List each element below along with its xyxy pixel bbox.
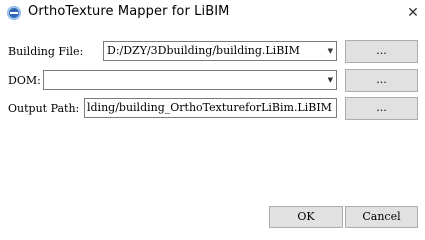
dom-combobox[interactable]: ▼ xyxy=(43,70,337,90)
dialog-window: OrthoTexture Mapper for LiBIM ✕ Building… xyxy=(0,0,425,239)
building-file-browse-button[interactable]: ... xyxy=(345,40,418,63)
title-bar: OrthoTexture Mapper for LiBIM ✕ xyxy=(0,0,425,28)
output-path-label: Output Path: xyxy=(8,102,80,115)
building-file-value: D:/DZY/3Dbuilding/building.LiBIM xyxy=(107,44,300,57)
chevron-down-icon[interactable]: ▼ xyxy=(328,71,333,89)
close-icon[interactable]: ✕ xyxy=(405,5,421,21)
dom-browse-button[interactable]: ... xyxy=(345,69,418,92)
building-file-combobox[interactable]: D:/DZY/3Dbuilding/building.LiBIM ▼ xyxy=(103,41,337,61)
dom-label: DOM: xyxy=(8,74,41,87)
output-path-browse-button[interactable]: ... xyxy=(345,97,418,120)
app-icon xyxy=(7,6,21,20)
chevron-down-icon[interactable]: ▼ xyxy=(328,42,333,60)
output-path-field[interactable]: lding/building_OrthoTextureforLiBim.LiBI… xyxy=(84,98,337,118)
ok-button[interactable]: OK xyxy=(269,206,343,228)
building-file-label: Building File: xyxy=(8,45,84,58)
output-path-value: lding/building_OrthoTextureforLiBim.LiBI… xyxy=(87,101,332,114)
cancel-button[interactable]: Cancel xyxy=(345,206,418,228)
window-title: OrthoTexture Mapper for LiBIM xyxy=(28,4,230,19)
